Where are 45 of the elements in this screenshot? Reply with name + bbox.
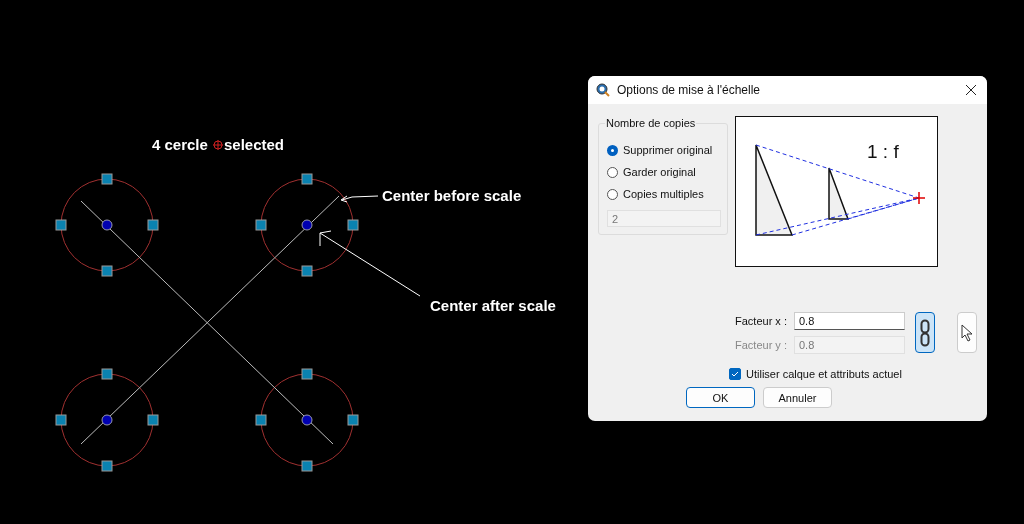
annotation: Center after scale	[430, 297, 556, 315]
grip-handle[interactable]	[55, 414, 67, 426]
center-grip[interactable]	[301, 219, 313, 231]
grip-handle[interactable]	[301, 368, 313, 380]
grip-handle[interactable]	[147, 414, 159, 426]
grip-handle[interactable]	[101, 368, 113, 380]
grip-handle[interactable]	[101, 265, 113, 277]
grip-handle[interactable]	[101, 173, 113, 185]
lock-ratio-button[interactable]	[915, 312, 935, 353]
selection-caption: selected	[224, 136, 285, 154]
grip-handle[interactable]	[55, 219, 67, 231]
checkmark-icon	[731, 370, 739, 378]
chain-link-icon	[920, 318, 930, 347]
factor-label: Facteur x :	[735, 315, 788, 327]
radio-option[interactable]: Garder original	[607, 164, 719, 180]
center-grip[interactable]	[301, 414, 313, 426]
cancel-button[interactable]: Annuler	[763, 387, 832, 408]
factor-field[interactable]: 0.8	[794, 312, 905, 330]
grip-handle[interactable]	[255, 414, 267, 426]
grip-handle[interactable]	[301, 265, 313, 277]
leader-line	[340, 195, 379, 203]
grip-handle[interactable]	[255, 219, 267, 231]
factor-label: Facteur y :	[735, 339, 788, 351]
grip-handle[interactable]	[347, 219, 359, 231]
grip-handle[interactable]	[301, 460, 313, 472]
ratio-label: 1 : f	[867, 141, 899, 163]
radio-option[interactable]: Supprimer original	[607, 142, 719, 158]
radio-option[interactable]: Copies multiples	[607, 186, 719, 202]
ok-button[interactable]: OK	[686, 387, 755, 408]
use-layer-checkbox[interactable]: Utiliser calque et attributs actuel	[729, 368, 902, 380]
grip-handle[interactable]	[347, 414, 359, 426]
grip-handle[interactable]	[301, 173, 313, 185]
window-title: Options de mise à l'échelle	[617, 83, 762, 97]
close-button[interactable]	[963, 82, 979, 98]
selection-caption: 4 cercle	[152, 136, 208, 154]
group-title: Nombre de copies	[605, 117, 697, 129]
pick-point-button[interactable]	[957, 312, 977, 353]
center-grip[interactable]	[101, 414, 113, 426]
grip-handle[interactable]	[101, 460, 113, 472]
center-grip[interactable]	[101, 219, 113, 231]
crosshair-icon	[212, 139, 224, 151]
cursor-arrow-icon	[961, 323, 973, 342]
app-icon	[596, 83, 610, 97]
annotation: Center before scale	[382, 187, 522, 205]
grip-handle[interactable]	[147, 219, 159, 231]
